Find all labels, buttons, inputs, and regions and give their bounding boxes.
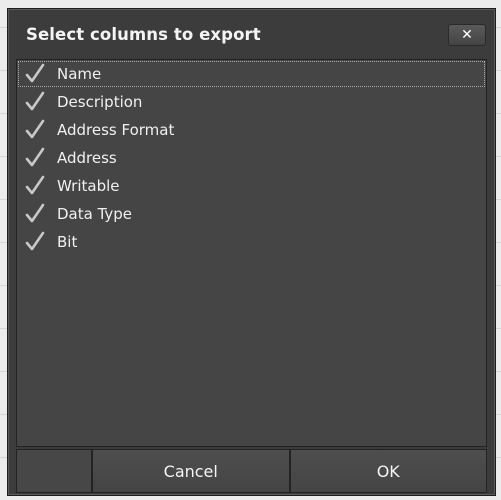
checkmark-icon[interactable] [24,147,46,169]
checkmark-icon[interactable] [24,231,46,253]
footer-spacer [16,449,92,493]
list-item[interactable]: Address [17,144,486,172]
checkmark-icon[interactable] [24,203,46,225]
column-label: Writable [57,177,120,195]
list-item[interactable]: Address Format [17,116,486,144]
dialog-title: Select columns to export [26,24,261,44]
list-item[interactable]: Data Type [17,200,486,228]
column-list: Name Description Address Format Address … [16,59,487,447]
cancel-button[interactable]: Cancel [92,449,290,493]
close-icon: ✕ [461,27,473,43]
checkmark-icon[interactable] [24,91,46,113]
column-label: Bit [57,233,78,251]
checkmark-icon[interactable] [24,175,46,197]
checkmark-icon[interactable] [24,63,46,85]
export-columns-dialog: Select columns to export ✕ Name Descript… [7,8,496,496]
list-item[interactable]: Bit [17,228,486,256]
dialog-titlebar: Select columns to export ✕ [8,9,495,59]
ok-button[interactable]: OK [289,449,487,493]
checkmark-icon[interactable] [24,119,46,141]
column-label: Name [57,65,102,83]
list-item[interactable]: Name [17,60,486,88]
column-label: Description [57,93,143,111]
list-item[interactable]: Writable [17,172,486,200]
list-item[interactable]: Description [17,88,486,116]
column-label: Address [57,149,117,167]
dialog-footer: Cancel OK [16,449,487,493]
close-button[interactable]: ✕ [448,24,486,46]
column-label: Data Type [57,205,133,223]
column-label: Address Format [57,121,175,139]
